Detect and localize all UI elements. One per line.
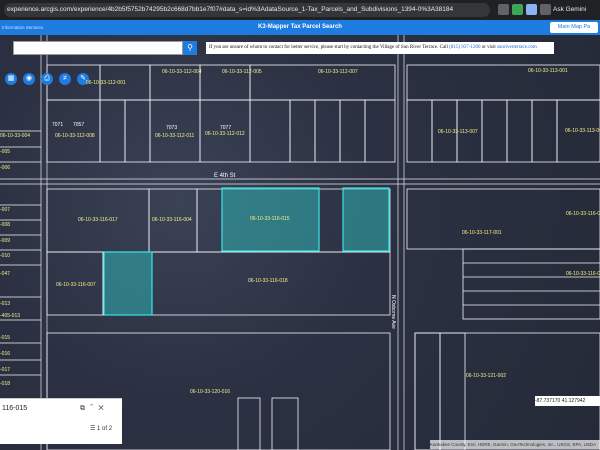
notice-phone[interactable]: (815) 937-1200 (449, 45, 480, 50)
parcel-label[interactable]: 06-10-33-116-017 (78, 217, 118, 223)
parcel-label[interactable]: 06-10-33-121-002 (466, 373, 506, 379)
parcel-label[interactable]: 06-10-33-116-018 (248, 278, 288, 284)
house-number: 7073 (166, 125, 178, 131)
close-icon[interactable]: ✕ (98, 405, 108, 412)
parcel-label[interactable]: 06-10-33-113-00 (565, 128, 600, 134)
parcel-label[interactable]: 06-10-33-112-008 (55, 133, 95, 139)
popup-actions: ⧉⌃✕ (80, 405, 109, 413)
feature-popup: 116-015 ⧉⌃✕ ☰ 1 of 2 (0, 398, 122, 444)
side-parcel-label[interactable]: -015 (0, 335, 10, 341)
print-icon[interactable]: ⎙ (41, 73, 53, 85)
extension-icon[interactable] (512, 4, 523, 15)
parcel-label[interactable]: 06-10-33-116-015 (250, 216, 290, 222)
parcel-label[interactable]: 06-10-33-113-007 (438, 129, 478, 135)
side-parcel-label[interactable]: -018 (0, 381, 10, 387)
extension-icon-2[interactable] (526, 4, 537, 15)
street-label-e-4th: E 4th St (214, 173, 236, 179)
side-parcel-label[interactable]: -016 (0, 351, 10, 357)
side-parcel-label[interactable]: -047 (0, 271, 10, 277)
ask-gemini-button[interactable]: Ask Gemini (553, 3, 586, 17)
parcel-label[interactable]: 06-10-33-116-01 (566, 211, 600, 217)
parcel-lines (0, 35, 600, 450)
browser-chrome: experience.arcgis.com/experience/4b2b5f5… (0, 0, 600, 20)
search-icon[interactable]: ⚲ (183, 41, 197, 55)
side-parcel-label[interactable]: -009 (0, 238, 10, 244)
extensions-menu-icon[interactable] (540, 4, 551, 15)
search-input[interactable] (13, 41, 183, 55)
address-bar[interactable]: experience.arcgis.com/experience/4b2b5f5… (4, 3, 490, 17)
notice-or-visit: or visit (481, 45, 496, 50)
basemap-icon[interactable]: ◉ (23, 73, 35, 85)
map-attribution: Kankakee County, Esri, HERE, Garmin, Geo… (430, 440, 600, 449)
bookmark-icon[interactable] (498, 4, 509, 15)
app-title: K3-Mapper Tax Parcel Search (258, 24, 342, 30)
house-number: 7077 (220, 125, 232, 131)
app-header: Information Services K3-Mapper Tax Parce… (0, 20, 600, 35)
side-parcel-label[interactable]: -405-013 (0, 313, 20, 319)
parcel-label[interactable]: 06-10-33-116-004 (152, 217, 192, 223)
layers-icon[interactable]: ▦ (5, 73, 17, 85)
house-number: 7071 (52, 122, 64, 128)
popup-page-indicator[interactable]: ☰ 1 of 2 (90, 425, 112, 432)
side-parcel-label[interactable]: -005 (0, 149, 10, 155)
contact-notice: If you are unsure of whom to contact for… (206, 42, 554, 54)
measure-icon[interactable]: ≠ (59, 73, 71, 85)
street-label-osborne: N Osborne Ave (390, 295, 396, 329)
parcel-label[interactable]: 06-10-33-112-004 (162, 69, 202, 75)
side-parcel-label[interactable]: -008 (0, 222, 10, 228)
house-number: 7057 (73, 122, 85, 128)
parcel-label[interactable]: 06-10-33-116-007 (56, 282, 96, 288)
side-parcel-label[interactable]: -017 (0, 367, 10, 373)
side-parcel-label[interactable]: 06-10-33-004 (0, 133, 30, 139)
dock-icon[interactable]: ⧉ (80, 405, 90, 412)
popup-title: 116-015 (2, 405, 28, 412)
parcel-map[interactable]: ⚲ If you are unsure of whom to contact f… (0, 35, 600, 450)
parcel-label[interactable]: 06-10-33-116-00 (566, 271, 600, 277)
notice-text: If you are unsure of whom to contact for… (209, 45, 448, 50)
parcel-label[interactable]: 06-10-33-117-001 (462, 230, 502, 236)
side-parcel-label[interactable]: -013 (0, 301, 10, 307)
notice-site-link[interactable]: sunriverterrace.com (497, 45, 537, 50)
parcel-label[interactable]: 06-10-33-113-001 (528, 68, 568, 74)
side-parcel-label[interactable]: -006 (0, 165, 10, 171)
coordinate-readout: -87.737170 41.127942 (535, 396, 600, 406)
side-parcel-label[interactable]: -010 (0, 253, 10, 259)
side-parcel-label[interactable]: -007 (0, 207, 10, 213)
parcel-label[interactable]: 06-10-33-112-001 (86, 80, 126, 86)
parcel-label[interactable]: 06-10-33-112-011 (155, 133, 194, 139)
popup-page-label: 1 of 2 (97, 426, 113, 432)
parcel-label[interactable]: 06-10-33-120-016 (190, 389, 230, 395)
parcel-label[interactable]: 06-10-33-112-005 (222, 69, 262, 75)
parcel-label[interactable]: 06-10-33-112-007 (318, 69, 358, 75)
main-map-page-button[interactable]: Main Map Pa (550, 22, 598, 33)
parcel-label[interactable]: 06-10-33-112-012 (205, 131, 245, 137)
